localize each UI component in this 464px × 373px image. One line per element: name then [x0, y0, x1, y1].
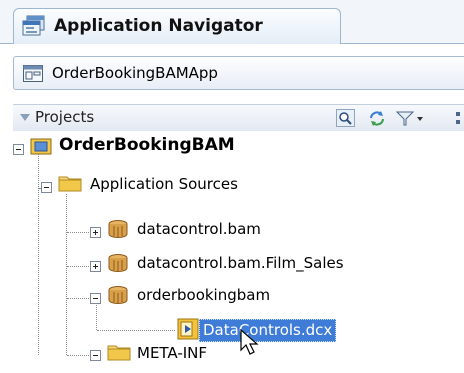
dcx-file-icon: [177, 318, 199, 344]
expand-toggle[interactable]: [90, 227, 101, 238]
collapse-toggle[interactable]: [41, 182, 52, 193]
tree-connector: [66, 194, 67, 355]
tree-node-orderbookingbam[interactable]: orderbookingbam: [137, 286, 270, 304]
tree-node-datacontrols-dcx[interactable]: DataControls.dcx: [199, 319, 337, 342]
overflow-icon[interactable]: [453, 109, 464, 128]
tree-connector: [67, 355, 89, 356]
folder-icon: [107, 342, 131, 365]
tree-connector: [96, 303, 97, 330]
collapse-toggle[interactable]: [90, 350, 101, 361]
tree-node-application-sources[interactable]: Application Sources: [90, 175, 238, 193]
tree-node-film-sales[interactable]: datacontrol.bam.Film_Sales: [137, 254, 344, 272]
navigator-title: Application Navigator: [54, 16, 263, 36]
tree-node-datacontrol-bam[interactable]: datacontrol.bam: [137, 220, 261, 238]
tree-connector: [67, 232, 89, 233]
tab-divider: [0, 43, 13, 44]
mouse-cursor-icon: [240, 328, 260, 361]
tree-connector: [97, 330, 175, 331]
tree-node-root[interactable]: OrderBookingBAM: [59, 135, 235, 155]
collapse-triangle-icon[interactable]: [20, 114, 30, 121]
tab-divider-right: [341, 43, 464, 44]
package-icon: [107, 285, 129, 309]
tree-connector: [67, 266, 89, 267]
filter-icon[interactable]: [395, 109, 415, 128]
package-icon: [107, 253, 129, 277]
folder-icon: [58, 173, 82, 196]
projects-label: Projects: [35, 108, 95, 126]
search-icon[interactable]: [336, 109, 356, 128]
project-tree: OrderBookingBAM Application Sources data…: [13, 131, 464, 373]
projects-panel-header: Projects: [13, 104, 464, 131]
collapse-toggle[interactable]: [90, 293, 101, 304]
application-navigator-icon: [22, 15, 46, 37]
application-icon: [23, 65, 43, 82]
collapse-toggle[interactable]: [13, 144, 24, 155]
refresh-icon[interactable]: [367, 109, 387, 128]
application-selector[interactable]: OrderBookingBAMApp: [13, 56, 464, 90]
package-icon: [107, 219, 129, 243]
expand-toggle[interactable]: [90, 261, 101, 272]
chevron-down-icon[interactable]: [415, 109, 425, 128]
tree-connector: [38, 151, 39, 355]
tab-application-navigator[interactable]: Application Navigator: [13, 8, 341, 44]
tree-connector: [67, 298, 89, 299]
application-name: OrderBookingBAMApp: [52, 64, 218, 82]
project-icon: [30, 136, 52, 159]
tree-node-meta-inf[interactable]: META-INF: [137, 344, 207, 362]
